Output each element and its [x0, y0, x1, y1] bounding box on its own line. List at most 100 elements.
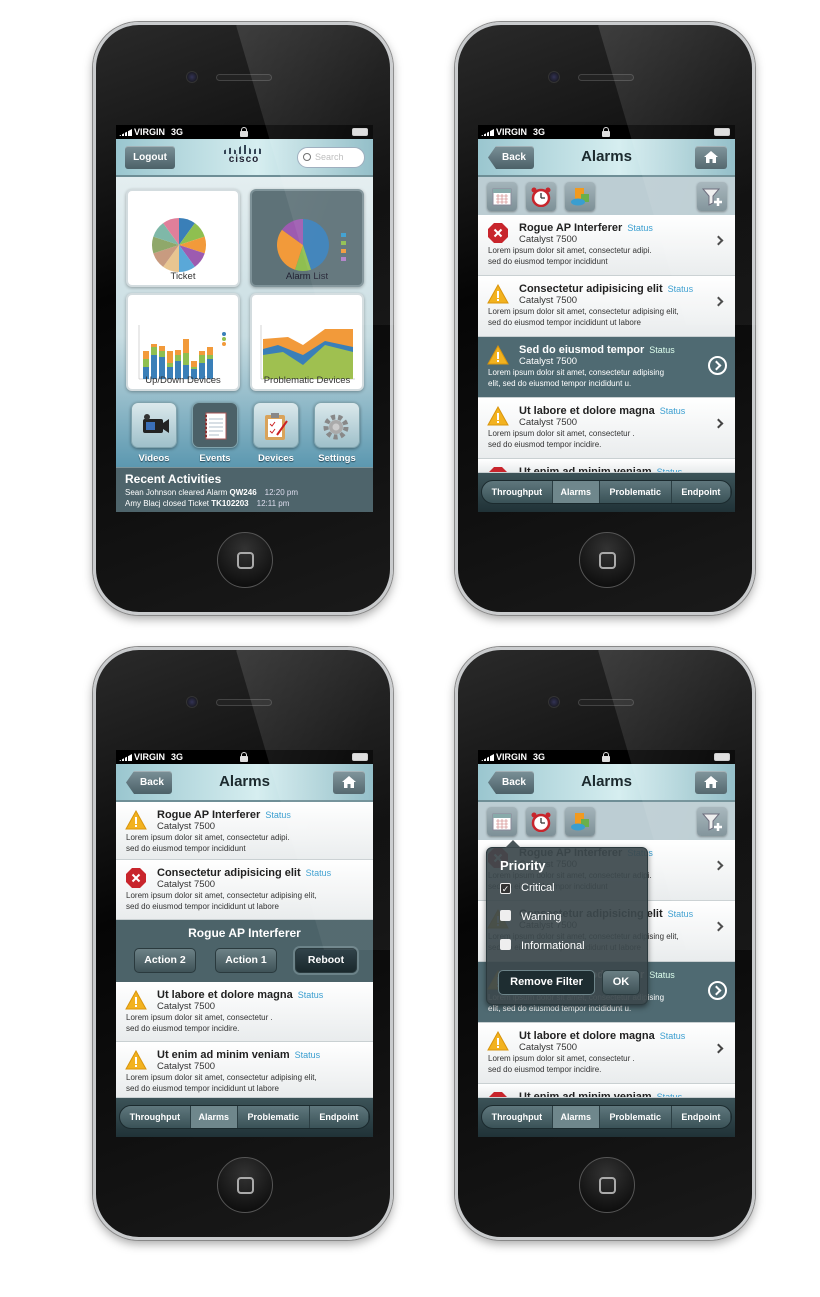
filter-option-warning[interactable]: Warning: [500, 910, 562, 923]
status-link[interactable]: Status: [295, 1050, 321, 1060]
chevron-right-icon[interactable]: [713, 418, 724, 429]
remove-filter-button[interactable]: Remove Filter: [498, 970, 595, 995]
earpiece-speaker: [216, 74, 272, 81]
checkbox-checked[interactable]: ✓: [500, 883, 511, 894]
home-icon: [704, 146, 718, 172]
alarm-list-item[interactable]: Ut enim ad minim veniam Status: [478, 1084, 735, 1098]
tab-alarms[interactable]: Alarms: [190, 1106, 238, 1128]
disclosure-circle-icon[interactable]: [708, 356, 727, 375]
home-button[interactable]: [695, 771, 727, 794]
filter-option-informational[interactable]: Informational: [500, 939, 585, 952]
app-settings-button[interactable]: [314, 402, 360, 448]
tab-problematic[interactable]: Problematic: [600, 1106, 672, 1128]
logout-button[interactable]: Logout: [125, 146, 175, 169]
filter-add-button[interactable]: [697, 807, 727, 836]
alarm-list-item[interactable]: Ut enim ad minim veniam Status: [478, 459, 735, 473]
alarm-list-item[interactable]: Ut labore et dolore magna Status Catalyst …: [116, 982, 373, 1042]
toolbar-alarm-clock-button[interactable]: [526, 807, 556, 836]
filter-add-button[interactable]: [697, 182, 727, 211]
alarm-list-item[interactable]: Ut labore et dolore magna Status Catalyst …: [478, 1023, 735, 1084]
checkbox-unchecked[interactable]: [500, 939, 511, 950]
filter-option-critical[interactable]: ✓ Critical: [500, 882, 555, 894]
status-link[interactable]: Status: [649, 970, 675, 980]
alarm-list-item[interactable]: Ut enim ad minim veniam Status Catalyst 75…: [116, 1042, 373, 1098]
checkbox-unchecked[interactable]: [500, 910, 511, 921]
tab-alarms[interactable]: Alarms: [552, 1106, 600, 1128]
activity-text: Sean Johnson cleared Alarm: [125, 488, 228, 497]
activity-item[interactable]: Sean Johnson cleared Alarm QW246 12:20 pm: [125, 487, 364, 498]
lock-icon: [240, 752, 248, 762]
tile-up-down-devices[interactable]: Up/Down Devices: [126, 293, 240, 391]
toolbar-devices-button[interactable]: [565, 182, 595, 211]
network-label: 3G: [533, 127, 546, 137]
bottom-tab-bar: Throughput Alarms Problematic Endpoint: [478, 473, 735, 512]
filter-toolbar: [478, 177, 735, 215]
status-link[interactable]: Status: [649, 345, 675, 355]
tab-throughput[interactable]: Throughput: [482, 481, 553, 503]
status-link[interactable]: Status: [298, 990, 324, 1000]
description-line: sed do eiusmod tempor incidire.: [488, 1064, 602, 1074]
app-devices-button[interactable]: [253, 402, 299, 448]
reboot-button[interactable]: Reboot: [295, 948, 357, 973]
disclosure-circle-icon[interactable]: [708, 981, 727, 1000]
tab-problematic[interactable]: Problematic: [238, 1106, 310, 1128]
chevron-right-icon[interactable]: [713, 235, 724, 246]
app-events-button[interactable]: [192, 402, 238, 448]
home-hardware-button[interactable]: [579, 1157, 635, 1213]
app-videos-button[interactable]: [131, 402, 177, 448]
alarm-list-item[interactable]: Ut labore et dolore magna Status Catalyst …: [478, 398, 735, 459]
home-hardware-button[interactable]: [579, 532, 635, 588]
status-link[interactable]: Status: [660, 406, 686, 416]
alarm-description: Lorem ipsum dolor sit amet, consectetur …: [488, 1054, 635, 1075]
action-2-button[interactable]: Action 2: [134, 948, 196, 973]
app-label[interactable]: Events: [185, 453, 245, 464]
home-hardware-button[interactable]: [217, 1157, 273, 1213]
toolbar-alarm-clock-button[interactable]: [526, 182, 556, 211]
toolbar-calendar-button[interactable]: [487, 807, 517, 836]
home-hardware-button[interactable]: [217, 532, 273, 588]
alarm-list-item[interactable]: Rogue AP Interferer Status Catalyst 7500Lo…: [478, 215, 735, 276]
alarm-description: Lorem ipsum dolor sit amet, consectetur …: [126, 1073, 317, 1094]
tab-alarms[interactable]: Alarms: [552, 481, 600, 503]
chevron-right-icon[interactable]: [713, 1043, 724, 1054]
chevron-right-icon[interactable]: [713, 921, 724, 932]
tab-endpoint[interactable]: Endpoint: [310, 1106, 369, 1128]
home-button[interactable]: [333, 771, 365, 794]
app-label[interactable]: Videos: [124, 453, 184, 464]
phone-device: VIRGIN3GBackAlarmsRogue AP InterfererSta…: [455, 647, 755, 1240]
signal-strength-icon: [481, 754, 494, 761]
status-link[interactable]: Status: [265, 810, 291, 820]
device-name: Catalyst 7500: [157, 1061, 216, 1072]
app-label[interactable]: Devices: [246, 453, 306, 464]
status-link[interactable]: Status: [668, 909, 694, 919]
tab-throughput[interactable]: Throughput: [482, 1106, 553, 1128]
action-1-button[interactable]: Action 1: [215, 948, 277, 973]
tile-alarm-list[interactable]: Alarm List: [250, 189, 364, 287]
chevron-right-icon[interactable]: [713, 296, 724, 307]
alarm-list-item[interactable]: Consectetur adipisicing elit Status Cataly…: [116, 860, 373, 920]
activity-item[interactable]: Amy Blacj closed Ticket TK102203 12:11 pm: [125, 498, 364, 509]
tile-ticket[interactable]: Ticket: [126, 189, 240, 287]
tab-problematic[interactable]: Problematic: [600, 481, 672, 503]
status-link[interactable]: Status: [660, 1031, 686, 1041]
toolbar-calendar-button[interactable]: [487, 182, 517, 211]
alarm-list-item[interactable]: Sed do eiusmod tempor Status Catalyst 7500…: [478, 337, 735, 398]
chevron-right-icon[interactable]: [713, 860, 724, 871]
search-input[interactable]: Search: [297, 147, 365, 168]
home-button[interactable]: [695, 146, 727, 169]
home-button-square-icon: [237, 1177, 254, 1194]
tile-problematic-devices[interactable]: Problematic Devices: [250, 293, 364, 391]
toolbar-devices-button[interactable]: [565, 807, 595, 836]
status-link[interactable]: Status: [668, 284, 694, 294]
tab-endpoint[interactable]: Endpoint: [672, 481, 731, 503]
description-line: Lorem ipsum dolor sit amet, consectetur …: [488, 246, 652, 255]
tab-endpoint[interactable]: Endpoint: [672, 1106, 731, 1128]
description-line: sed do eiusmod tempor incididunt: [126, 843, 246, 853]
ok-button[interactable]: OK: [602, 970, 640, 995]
alarm-list-item[interactable]: Consectetur adipisicing elit Status Cataly…: [478, 276, 735, 337]
alarm-list-item[interactable]: Rogue AP Interferer Status Catalyst 7500Lo…: [116, 802, 373, 860]
app-label[interactable]: Settings: [307, 453, 367, 464]
status-link[interactable]: Status: [306, 868, 332, 878]
tab-throughput[interactable]: Throughput: [120, 1106, 191, 1128]
status-link[interactable]: Status: [627, 223, 653, 233]
